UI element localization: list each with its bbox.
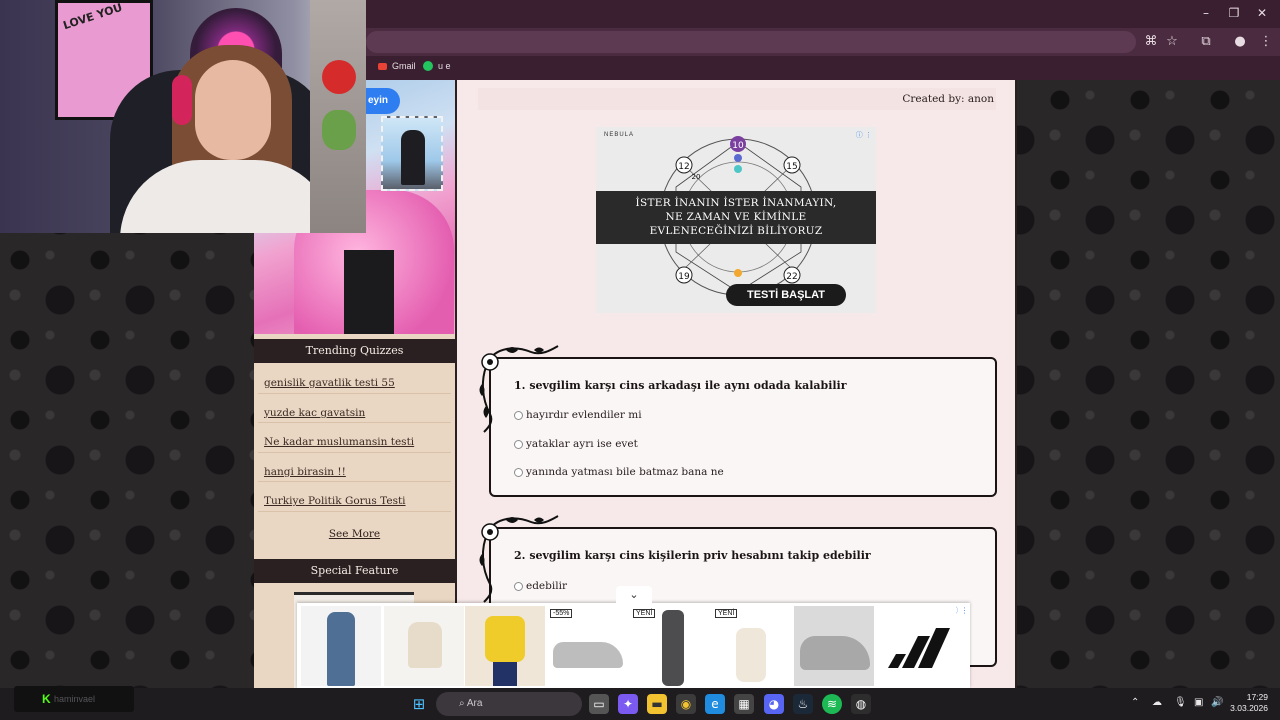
tray-overflow-icon[interactable]: ⌃ [1131,697,1139,708]
store-icon[interactable]: ▦ [734,694,754,714]
special-feature-heading: Special Feature [254,559,455,583]
translate-icon[interactable]: ⌘ [1142,33,1160,51]
ad-headline-line: EVLENECEĞİNİZİ BİLİYORUZ [649,225,823,237]
bookmark-gmail[interactable]: Gmail [378,61,416,71]
extensions-icon[interactable]: ⧉ [1197,33,1215,51]
browser-menu-icon[interactable]: ⋮ [1257,33,1275,51]
new-badge: YENİ [715,609,738,618]
answer-option[interactable]: hayırdır evlendiler mi [514,409,642,421]
file-explorer-icon[interactable]: ▬ [647,694,667,714]
ad-headline-line: İSTER İNANIN İSTER İNANMAYIN, [635,197,837,209]
thumbnail-figure [401,130,425,185]
discord-icon[interactable]: ◕ [764,694,784,714]
see-more-link[interactable]: See More [254,528,455,540]
radio-button[interactable] [514,467,523,477]
clock-time: 17:29 [1246,692,1268,702]
chart-number: 19 [678,272,690,282]
tray-app-icon[interactable]: ☁ [1152,697,1162,708]
product-tile[interactable] [794,606,874,686]
volume-icon[interactable]: 🔊 [1211,697,1223,708]
chart-number: 12 [678,162,689,172]
answer-label: hayırdır evlendiler mi [526,409,642,421]
product-tile[interactable]: -55% [547,606,627,686]
windows-taskbar [0,688,1280,720]
trending-quiz-link[interactable]: genislik gavatlik testi 55 [258,364,451,394]
restore-icon[interactable]: ❐ [1224,6,1244,20]
gmail-icon [378,62,387,70]
address-bar[interactable] [366,31,1136,53]
bookmark-label: Gmail [392,61,416,71]
answer-option[interactable]: yanında yatması bile batmaz bana ne [514,466,724,478]
trending-quiz-link[interactable]: Ne kadar muslumansin testi [258,423,451,453]
answer-label: edebilir [526,580,567,592]
adidas-logo[interactable] [876,606,956,686]
product-tile[interactable] [384,606,464,686]
ad-headline-line: NE ZAMAN VE KİMİNLE [665,211,807,223]
chrome-icon[interactable]: ◉ [676,694,696,714]
new-badge: YENİ [633,609,656,618]
ad-start-test-button[interactable]: TESTİ BAŞLAT [726,284,846,306]
radio-button[interactable] [514,581,523,591]
spotify-icon[interactable]: ≋ [822,694,842,714]
microphone-icon[interactable]: 🎙 [1174,697,1187,708]
bookmark-ue[interactable]: u e [423,61,451,71]
obs-icon[interactable]: ◍ [851,694,871,714]
minimize-icon[interactable]: – [1196,6,1216,20]
bookmark-label: u e [438,61,451,71]
search-label: Ara [466,698,483,709]
answer-label: yataklar ayrı ise evet [526,438,638,450]
sidebar-thumbnail[interactable] [381,116,443,191]
chart-number: 22 [786,272,797,282]
chart-number: 10 [732,141,744,151]
start-icon[interactable]: ⊞ [409,694,429,714]
ad-headline: İSTER İNANIN İSTER İNANMAYIN, NE ZAMAN V… [596,191,876,244]
chart-number: 15 [786,162,797,172]
edge-icon[interactable]: e [705,694,725,714]
question-title: 1. sevgilim karşı cins arkadaşı ile aynı… [514,379,847,392]
steam-icon[interactable]: ♨ [793,694,813,714]
radio-button[interactable] [514,410,523,420]
product-tile[interactable]: YENİ [630,606,710,686]
bookmark-star-icon[interactable]: ☆ [1163,33,1181,51]
profile-avatar-icon[interactable]: ● [1231,33,1249,51]
webcam-overlay: LOVE YOU [0,0,366,233]
trending-quiz-link[interactable]: hangi birasin !! [258,453,451,482]
chevron-down-icon[interactable]: ⌄ [616,586,652,604]
taskbar-search[interactable] [436,692,582,716]
answer-label: yanında yatması bile batmaz bana ne [526,466,724,478]
network-icon[interactable]: ▣ [1194,697,1203,708]
sidebar-blue-button[interactable]: eyin [366,88,400,114]
product-tile[interactable] [465,606,545,686]
stream-overlay-label: haminvael [14,686,134,712]
close-window-icon[interactable]: ✕ [1252,6,1272,20]
trending-quiz-link[interactable]: Turkiye Politik Gorus Testi [258,482,451,512]
trending-quizzes-heading: Trending Quizzes [254,339,455,363]
discount-badge: -55% [550,609,573,618]
radio-button[interactable] [514,439,523,449]
product-tile[interactable]: YENİ [712,606,792,686]
copilot-icon[interactable]: ✦ [618,694,638,714]
clock-date: 3.03.2026 [1230,703,1268,713]
search-icon: ⌕ [459,698,467,709]
nebula-ad[interactable]: NEBULA ⓘ ⋮ 10 12 15 20 19 22 İSTER İNANI… [596,127,876,313]
trending-quiz-list: genislik gavatlik testi 55 yuzde kac gav… [254,364,455,512]
created-by-label: Created by: anon [478,88,996,110]
answer-option[interactable]: yataklar ayrı ise evet [514,438,638,450]
taskbar-clock[interactable]: 17:29 3.03.2026 [1230,692,1268,714]
kick-logo-icon: K [42,692,51,706]
trending-quiz-link[interactable]: yuzde kac gavatsin [258,394,451,423]
answer-option[interactable]: edebilir [514,580,567,592]
task-view-icon[interactable]: ▭ [589,694,609,714]
question-title: 2. sevgilim karşı cins kişilerin priv he… [514,549,871,562]
green-dot-icon [423,61,433,71]
chart-number: 20 [692,173,701,181]
figure-torso-shape [344,250,394,334]
search-placeholder: ⌕ Ara [459,698,482,709]
product-tile[interactable] [301,606,381,686]
